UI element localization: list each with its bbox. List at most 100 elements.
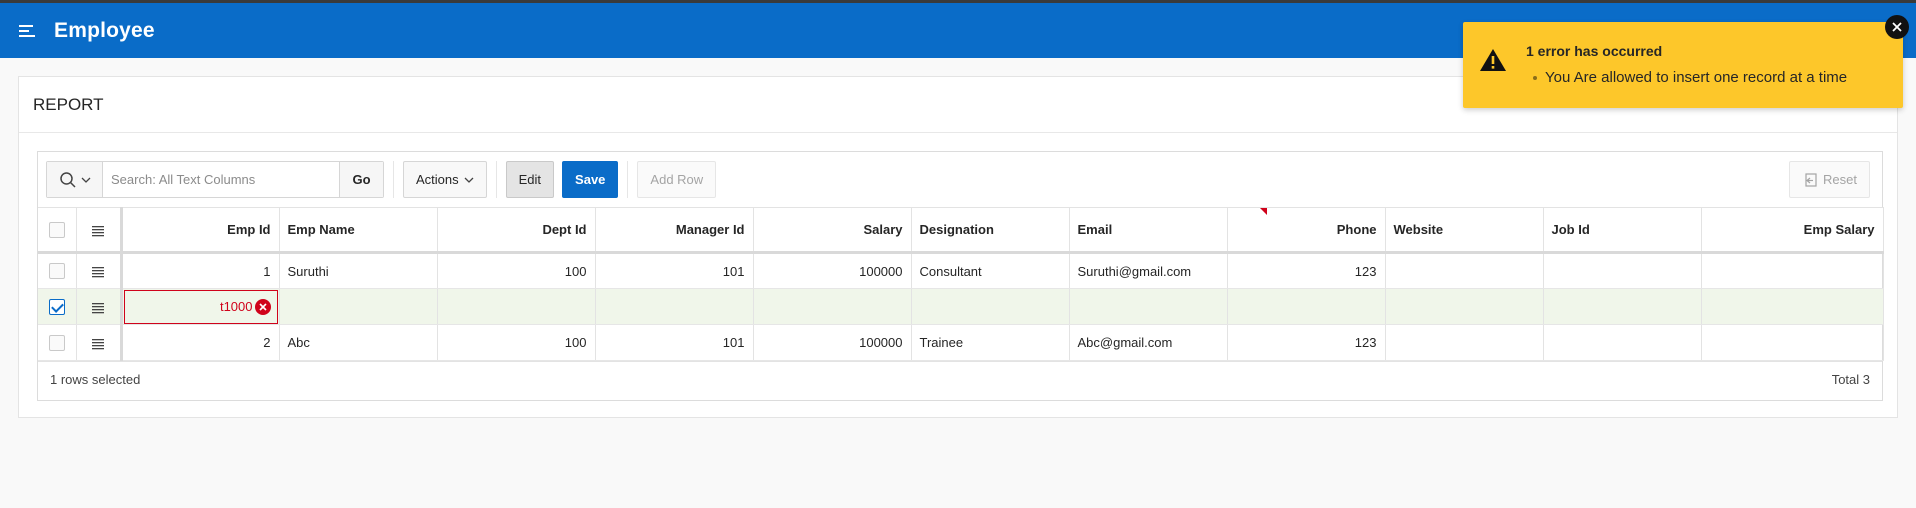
search-column-button[interactable]: [47, 162, 103, 197]
nav-menu-button[interactable]: [0, 3, 54, 58]
toolbar-separator: [495, 161, 497, 198]
cell-salary[interactable]: [753, 288, 912, 325]
cell-email[interactable]: Abc@gmail.com: [1069, 324, 1228, 361]
table-row[interactable]: 1 Suruthi 100 101 100000 Consultant Suru…: [38, 252, 1884, 289]
column-header-phone[interactable]: Phone: [1227, 207, 1386, 254]
row-menu-icon[interactable]: [91, 225, 105, 237]
row-menu-icon[interactable]: [91, 302, 105, 314]
cell-email[interactable]: [1069, 288, 1228, 325]
cell-designation[interactable]: Consultant: [911, 252, 1070, 289]
warning-icon: [1480, 49, 1506, 71]
column-header-job-id[interactable]: Job Id: [1543, 207, 1702, 254]
cell-dept-id[interactable]: [437, 288, 596, 325]
error-icon: [254, 298, 271, 315]
search-icon: [59, 171, 76, 188]
actions-menu-button[interactable]: Actions: [403, 161, 487, 198]
cell-emp-id[interactable]: 2: [121, 324, 280, 361]
bullet-icon: [1533, 75, 1537, 80]
table-row[interactable]: 2 Abc 100 101 100000 Trainee Abc@gmail.c…: [38, 324, 1884, 361]
cell-emp-name[interactable]: Suruthi: [279, 252, 438, 289]
notification-title: 1 error has occurred: [1526, 43, 1663, 59]
row-actions-cell: [76, 288, 123, 325]
data-table: Emp Id Emp Name Dept Id Manager Id Salar…: [38, 207, 1884, 361]
region-title: REPORT: [33, 94, 104, 114]
toolbar-separator: [627, 161, 629, 198]
row-select-cell: [38, 324, 77, 361]
header-row: Emp Id Emp Name Dept Id Manager Id Salar…: [38, 207, 1884, 254]
header-actions-cell: [76, 207, 123, 254]
cell-email[interactable]: Suruthi@gmail.com: [1069, 252, 1228, 289]
row-checkbox[interactable]: [48, 298, 65, 315]
table-row[interactable]: t1000: [38, 288, 1884, 325]
search-input[interactable]: [103, 162, 339, 197]
actions-label: Actions: [416, 172, 459, 187]
notification-message: You Are allowed to insert one record at …: [1545, 69, 1848, 86]
row-select-cell: [38, 252, 77, 289]
select-all-checkbox[interactable]: [48, 221, 65, 238]
cell-designation[interactable]: [911, 288, 1070, 325]
chevron-down-icon: [81, 177, 90, 183]
reset-button[interactable]: Reset: [1789, 161, 1870, 198]
cell-salary[interactable]: 100000: [753, 252, 912, 289]
row-actions-cell: [76, 324, 123, 361]
go-button[interactable]: Go: [339, 162, 383, 197]
reset-label: Reset: [1823, 172, 1857, 187]
column-header-salary[interactable]: Salary: [753, 207, 912, 254]
cell-emp-id[interactable]: 1: [121, 252, 280, 289]
cell-emp-name[interactable]: Abc: [279, 324, 438, 361]
cell-emp-name[interactable]: [279, 288, 438, 325]
row-menu-icon[interactable]: [91, 338, 105, 350]
column-header-manager-id[interactable]: Manager Id: [595, 207, 754, 254]
grid-body: Emp Id Emp Name Dept Id Manager Id Salar…: [38, 207, 1884, 361]
column-header-dept-id[interactable]: Dept Id: [437, 207, 596, 254]
emp-id-input-error[interactable]: t1000: [123, 289, 278, 324]
cell-website[interactable]: [1385, 288, 1544, 325]
cell-emp-salary[interactable]: [1701, 252, 1884, 289]
cell-emp-salary[interactable]: [1701, 288, 1884, 325]
row-checkbox[interactable]: [48, 263, 65, 280]
cell-manager-id[interactable]: [595, 288, 754, 325]
row-menu-icon[interactable]: [91, 266, 105, 278]
column-header-emp-id[interactable]: Emp Id: [121, 207, 280, 254]
report-region: REPORT Go Actions: [18, 76, 1898, 418]
cell-job-id[interactable]: [1543, 324, 1702, 361]
cell-phone[interactable]: 123: [1227, 324, 1386, 361]
close-notification-button[interactable]: [1885, 15, 1909, 39]
row-checkbox[interactable]: [48, 334, 65, 351]
column-header-website[interactable]: Website: [1385, 207, 1544, 254]
cell-designation[interactable]: Trainee: [911, 324, 1070, 361]
cell-salary[interactable]: 100000: [753, 324, 912, 361]
reset-icon: [1805, 172, 1817, 187]
cell-website[interactable]: [1385, 324, 1544, 361]
cell-dept-id[interactable]: 100: [437, 252, 596, 289]
edit-button[interactable]: Edit: [505, 161, 555, 198]
close-icon: [1892, 22, 1902, 32]
row-actions-cell: [76, 252, 123, 289]
add-row-button[interactable]: Add Row: [637, 161, 717, 198]
cell-dept-id[interactable]: 100: [437, 324, 596, 361]
cell-emp-salary[interactable]: [1701, 324, 1884, 361]
error-notification: 1 error has occurred You Are allowed to …: [1463, 22, 1903, 108]
cell-phone[interactable]: [1227, 288, 1386, 325]
cell-manager-id[interactable]: 101: [595, 252, 754, 289]
cell-job-id[interactable]: [1543, 288, 1702, 325]
selection-count: 1 rows selected: [50, 372, 141, 387]
column-header-email[interactable]: Email: [1069, 207, 1228, 254]
app-title: Employee: [54, 18, 155, 42]
cell-website[interactable]: [1385, 252, 1544, 289]
cell-phone[interactable]: 123: [1227, 252, 1386, 289]
cell-job-id[interactable]: [1543, 252, 1702, 289]
interactive-grid: Go Actions Edit Save Add Row Reset: [37, 151, 1884, 401]
column-header-designation[interactable]: Designation: [911, 207, 1070, 254]
menu-icon: [19, 24, 35, 37]
column-header-emp-name[interactable]: Emp Name: [279, 207, 438, 254]
toolbar-separator: [393, 161, 394, 198]
column-header-emp-salary[interactable]: Emp Salary: [1701, 207, 1884, 254]
select-all-cell: [38, 207, 77, 254]
row-select-cell: [38, 288, 77, 325]
chevron-down-icon: [464, 177, 474, 183]
cell-manager-id[interactable]: 101: [595, 324, 754, 361]
search-group: Go: [46, 161, 384, 198]
save-button[interactable]: Save: [562, 161, 619, 198]
emp-id-error-value: t1000: [219, 299, 253, 314]
